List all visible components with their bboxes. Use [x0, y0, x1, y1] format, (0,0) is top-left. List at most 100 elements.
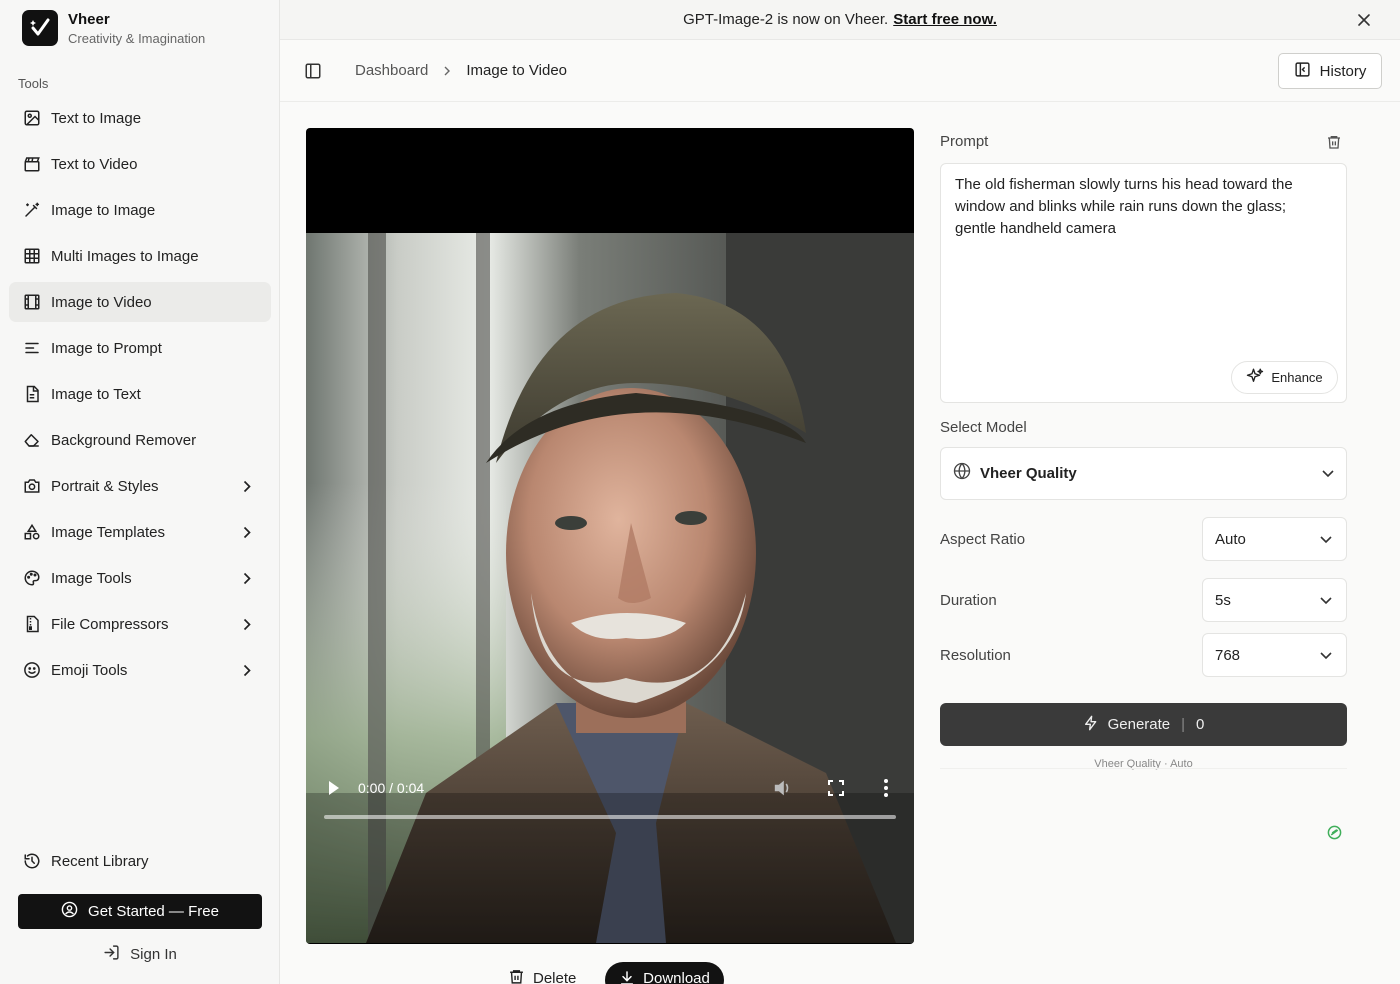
- play-icon[interactable]: [328, 780, 340, 801]
- duration-select[interactable]: 5s: [1202, 578, 1347, 622]
- aspect-ratio-select[interactable]: Auto: [1202, 517, 1347, 561]
- generate-button[interactable]: Generate | 0: [940, 703, 1347, 746]
- sparkles-icon: [1246, 367, 1264, 388]
- document-icon: [22, 384, 42, 404]
- sidebar-item-image-to-prompt[interactable]: Image to Prompt: [9, 328, 271, 368]
- sidebar-item-label: Image to Video: [51, 293, 152, 311]
- brand-tagline: Creativity & Imagination: [68, 30, 206, 46]
- sidebar-item-label: Image Templates: [51, 523, 165, 541]
- sidebar-item-label: Recent Library: [51, 852, 149, 870]
- sidebar-item-file-compressors[interactable]: File Compressors: [9, 604, 271, 644]
- sidebar-item-label: Text to Video: [51, 155, 138, 173]
- prompt-text[interactable]: The old fisherman slowly turns his head …: [955, 174, 1330, 240]
- chevron-right-icon: [243, 571, 257, 585]
- film-icon: [22, 292, 42, 312]
- model-value: Vheer Quality: [980, 465, 1077, 482]
- tools-nav: Text to Image Text to Video Image to Image…: [9, 98, 271, 696]
- file-zip-icon: [22, 614, 42, 634]
- delete-label: Delete: [533, 970, 577, 984]
- vheer-logo-icon: [22, 10, 58, 46]
- history-panel-icon: [1294, 61, 1311, 82]
- sidebar-item-label: File Compressors: [51, 615, 169, 633]
- history-button[interactable]: History: [1278, 53, 1382, 89]
- breadcrumb-current: Image to Video: [466, 62, 568, 79]
- text-lines-icon: [22, 338, 42, 358]
- resolution-label: Resolution: [940, 647, 1011, 664]
- download-button[interactable]: Download: [605, 962, 724, 984]
- enhance-button[interactable]: Enhance: [1231, 361, 1338, 394]
- sidebar-item-multi-images-to-image[interactable]: Multi Images to Image: [9, 236, 271, 276]
- chevron-down-icon: [1320, 531, 1332, 548]
- sidebar-item-text-to-video[interactable]: Text to Video: [9, 144, 271, 184]
- sidebar-item-image-to-image[interactable]: Image to Image: [9, 190, 271, 230]
- chevron-down-icon: [1320, 592, 1332, 609]
- sidebar-item-recent-library[interactable]: Recent Library: [9, 841, 271, 881]
- chevron-right-icon: [243, 479, 257, 493]
- clear-prompt-trash-icon[interactable]: [1326, 133, 1342, 151]
- sidebar-item-portrait-styles[interactable]: Portrait & Styles: [9, 466, 271, 506]
- resolution-select[interactable]: 768: [1202, 633, 1347, 677]
- sidebar-item-image-tools[interactable]: Image Tools: [9, 558, 271, 598]
- globe-icon: [953, 462, 971, 485]
- breadcrumb: Dashboard Image to Video: [355, 62, 567, 79]
- clapperboard-icon: [22, 154, 42, 174]
- sidebar-item-label: Image to Prompt: [51, 339, 162, 357]
- sidebar-item-label: Multi Images to Image: [51, 247, 199, 265]
- select-model-label: Select Model: [940, 419, 1027, 436]
- sidebar-item-label: Text to Image: [51, 109, 142, 127]
- resolution-value: 768: [1215, 646, 1241, 664]
- divider: [940, 768, 1347, 769]
- get-started-label: Get Started — Free: [88, 903, 219, 920]
- sidebar-item-label: Image to Text: [51, 385, 141, 403]
- sidebar-item-label: Image Tools: [51, 569, 132, 587]
- sidebar-item-emoji-tools[interactable]: Emoji Tools: [9, 650, 271, 690]
- sidebar-item-label: Portrait & Styles: [51, 477, 159, 495]
- fullscreen-icon[interactable]: [828, 780, 844, 801]
- duration-label: Duration: [940, 592, 997, 609]
- download-icon: [619, 970, 635, 984]
- chevron-down-icon: [1320, 647, 1332, 664]
- more-options-icon[interactable]: [884, 779, 888, 802]
- model-select[interactable]: Vheer Quality: [940, 447, 1347, 500]
- volume-icon[interactable]: [773, 779, 793, 802]
- smiley-icon: [22, 660, 42, 680]
- banner-text: GPT-Image-2 is now on Vheer.: [683, 11, 889, 28]
- sidebar-item-image-to-text[interactable]: Image to Text: [9, 374, 271, 414]
- recent-library-section: Recent Library: [9, 841, 271, 887]
- generate-separator: |: [1181, 716, 1186, 733]
- aspect-ratio-label: Aspect Ratio: [940, 531, 1026, 548]
- sidebar-toggle-icon[interactable]: [304, 62, 322, 80]
- delete-button[interactable]: Delete: [508, 968, 576, 984]
- video-actions: Delete Download: [306, 962, 914, 984]
- sign-in-label: Sign In: [130, 945, 177, 963]
- camera-icon: [22, 476, 42, 496]
- video-player[interactable]: 0:00 / 0:04: [306, 128, 914, 944]
- prompt-textarea[interactable]: The old fisherman slowly turns his head …: [940, 163, 1347, 403]
- chevron-right-icon: [243, 617, 257, 631]
- video-progress-bar[interactable]: [324, 815, 896, 819]
- sidebar-item-text-to-image[interactable]: Text to Image: [9, 98, 271, 138]
- history-clock-icon: [22, 851, 42, 871]
- sign-in-button[interactable]: Sign In: [18, 940, 262, 968]
- palette-icon: [22, 568, 42, 588]
- brand[interactable]: Vheer Creativity & Imagination: [22, 10, 205, 46]
- sign-in-icon: [103, 944, 120, 965]
- close-icon[interactable]: [1356, 12, 1372, 28]
- sidebar-item-image-templates[interactable]: Image Templates: [9, 512, 271, 552]
- sidebar-item-image-to-video[interactable]: Image to Video: [9, 282, 271, 322]
- chevron-right-icon: [243, 663, 257, 677]
- sidebar-item-background-remover[interactable]: Background Remover: [9, 420, 271, 460]
- image-sparkle-icon: [22, 108, 42, 128]
- chevron-right-icon: [442, 66, 452, 76]
- user-circle-icon: [61, 901, 78, 922]
- trash-icon: [508, 968, 525, 984]
- breadcrumb-dashboard[interactable]: Dashboard: [355, 62, 428, 79]
- prompt-label: Prompt: [940, 133, 989, 150]
- banner-link[interactable]: Start free now.: [893, 11, 997, 28]
- sidebar-item-label: Emoji Tools: [51, 661, 128, 679]
- sidebar-item-label: Image to Image: [51, 201, 156, 219]
- video-time: 0:00 / 0:04: [358, 780, 425, 796]
- generate-cost: 0: [1196, 716, 1205, 733]
- get-started-button[interactable]: Get Started — Free: [18, 894, 262, 929]
- generate-label: Generate: [1107, 716, 1171, 733]
